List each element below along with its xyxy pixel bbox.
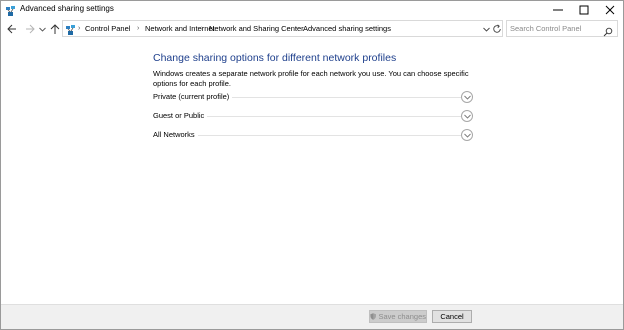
chevron-down-icon [38,27,46,32]
breadcrumb-separator: › [137,25,140,32]
breadcrumb-separator: › [78,25,81,32]
page-title: Change sharing options for different net… [153,52,397,64]
up-button[interactable] [48,21,62,37]
section-label-all-networks[interactable]: All Networks [153,130,198,139]
address-bar[interactable]: › Control Panel › Network and Internet ›… [62,20,503,37]
uac-shield-icon [370,313,377,320]
chevron-down-icon [463,133,471,138]
title-bar: Advanced sharing settings [1,1,623,19]
advanced-sharing-window: Advanced sharing settings › Control Pane… [0,0,624,330]
save-changes-button[interactable]: Save changes [369,310,427,323]
refresh-icon [492,24,501,33]
section-label-guest-or-public[interactable]: Guest or Public [153,111,208,120]
section-guest-or-public[interactable]: Guest or Public [153,109,475,123]
control-panel-icon [65,23,77,35]
main-content: Change sharing options for different net… [1,41,623,306]
close-button[interactable] [597,1,623,19]
section-private[interactable]: Private (current profile) [153,90,475,104]
page-description: Windows creates a separate network profi… [153,69,469,88]
breadcrumb-control-panel[interactable]: Control Panel [85,24,130,33]
save-changes-label: Save changes [378,312,426,321]
forward-button[interactable] [23,21,37,37]
search-input[interactable]: Search Control Panel [510,24,581,33]
search-icon[interactable] [603,24,613,37]
back-button[interactable] [5,21,19,37]
section-divider [153,135,461,136]
maximize-icon [579,5,589,15]
breadcrumb-advanced-sharing-settings[interactable]: Advanced sharing settings [303,24,391,33]
recent-locations-button[interactable] [37,21,47,37]
close-icon [605,5,615,15]
up-arrow-icon [50,23,60,34]
minimize-button[interactable] [545,1,571,19]
chevron-down-icon [483,27,490,32]
footer-bar: Save changes Cancel [1,304,623,329]
expand-all-networks-button[interactable] [461,129,473,141]
section-label-private[interactable]: Private (current profile) [153,92,233,101]
cancel-button[interactable]: Cancel [432,310,472,323]
cancel-label: Cancel [440,312,464,321]
expand-guest-or-public-button[interactable] [461,110,473,122]
breadcrumb-separator: › [295,25,298,32]
forward-arrow-icon [26,24,35,34]
breadcrumb-separator: › [201,25,204,32]
back-arrow-icon [7,24,16,34]
breadcrumb-network-and-internet[interactable]: Network and Internet [145,24,215,33]
maximize-button[interactable] [571,1,597,19]
refresh-button[interactable] [491,23,502,35]
expand-private-button[interactable] [461,91,473,103]
navigation-bar: › Control Panel › Network and Internet ›… [1,19,623,39]
chevron-down-icon [463,114,471,119]
address-dropdown-button[interactable] [482,24,491,34]
window-title: Advanced sharing settings [20,4,114,13]
search-box[interactable]: Search Control Panel [506,20,618,37]
section-all-networks[interactable]: All Networks [153,128,475,142]
chevron-down-icon [463,95,471,100]
breadcrumb-network-and-sharing-center[interactable]: Network and Sharing Center [209,24,304,33]
minimize-icon [553,9,563,11]
network-sharing-icon [5,4,17,16]
